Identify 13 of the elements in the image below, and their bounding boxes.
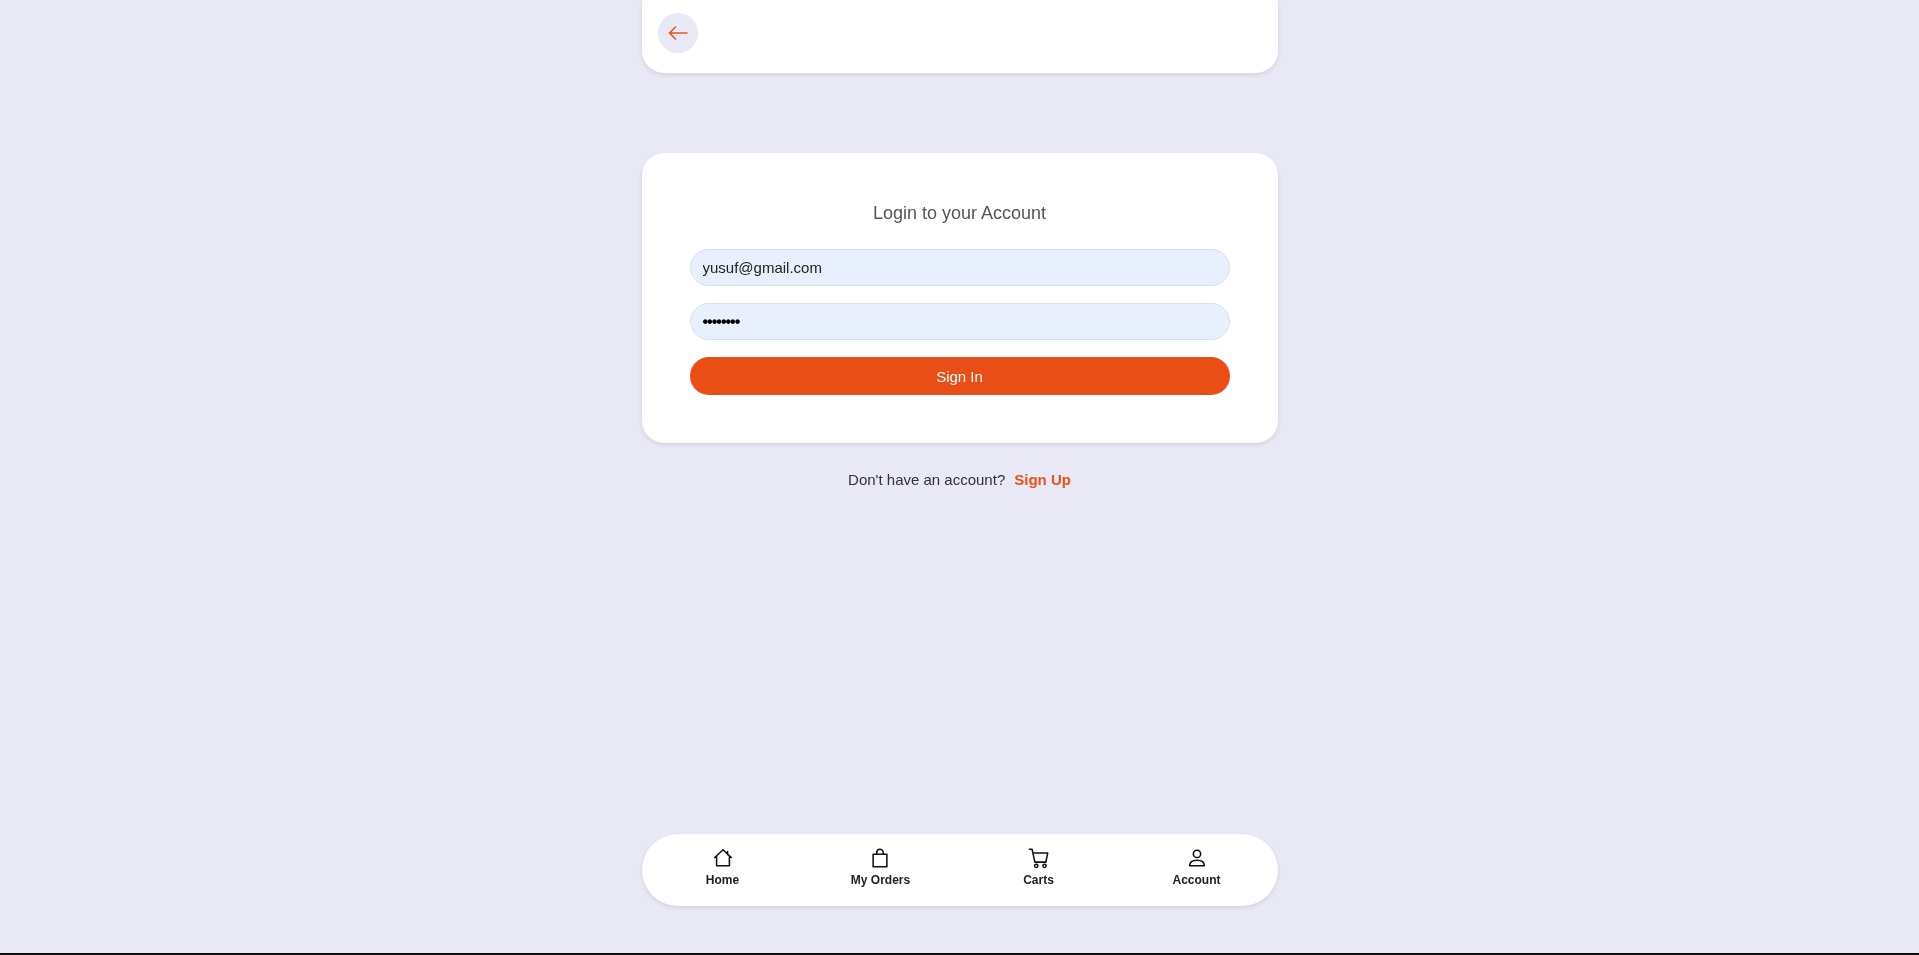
nav-item[interactable]: My Orders <box>850 847 911 887</box>
back-arrow-icon <box>667 26 688 40</box>
back-button[interactable] <box>657 13 698 53</box>
home-icon <box>711 847 734 869</box>
email-field[interactable]: yusuf@gmail.com <box>689 249 1230 286</box>
cart-icon <box>1027 847 1050 869</box>
signup-prompt-text: Don't have an account? <box>848 471 1006 489</box>
login-title: Login to your Account <box>872 202 1047 225</box>
nav-item[interactable]: Account <box>1172 847 1221 887</box>
password-field[interactable]: •••••••• <box>689 303 1230 340</box>
nav-item[interactable]: Home <box>705 847 740 887</box>
sign-in-button[interactable]: Sign In <box>689 357 1230 395</box>
nav-item[interactable]: Carts <box>1023 847 1054 887</box>
